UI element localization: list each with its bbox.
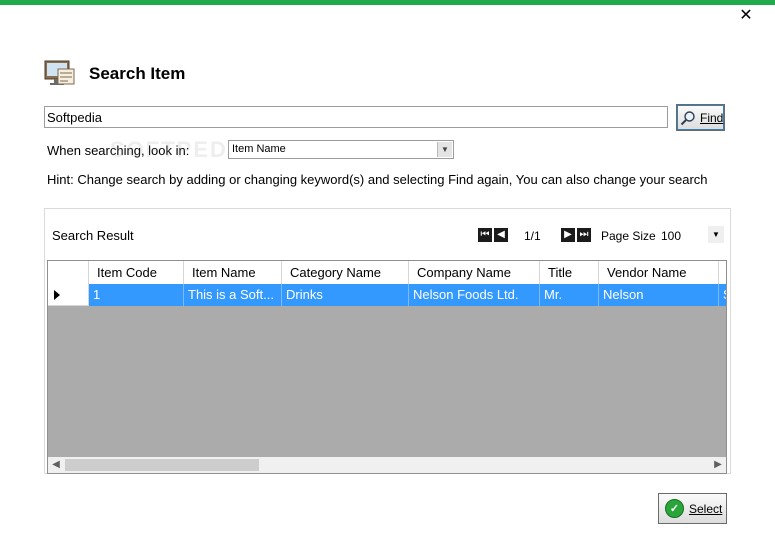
column-header-truncated[interactable]: A [719, 261, 726, 284]
scroll-right-icon[interactable]: ▶ [710, 457, 726, 473]
row-selector[interactable] [48, 284, 89, 306]
page-indicator: 1/1 [524, 229, 541, 243]
cell-category-name[interactable]: Drinks [282, 284, 409, 306]
column-header-category-name[interactable]: Category Name [282, 261, 409, 284]
table-row[interactable]: 1 This is a Soft... Drinks Nelson Foods … [48, 284, 726, 306]
page-size-dropdown-icon[interactable]: ▼ [708, 226, 724, 243]
row-header-corner [48, 261, 89, 284]
find-button-label: Find [700, 110, 724, 125]
cell-truncated[interactable]: S [719, 284, 726, 306]
chevron-down-icon[interactable]: ▼ [437, 142, 452, 157]
search-result-label: Search Result [52, 228, 134, 243]
select-button[interactable]: ✓ Select [658, 493, 727, 524]
last-page-icon[interactable]: ⏭ [577, 228, 591, 242]
cell-company-name[interactable]: Nelson Foods Ltd. [409, 284, 540, 306]
window-top-bar [0, 0, 775, 5]
cell-title[interactable]: Mr. [540, 284, 599, 306]
scrollbar-thumb[interactable] [65, 459, 259, 471]
close-icon[interactable]: ✕ [736, 6, 756, 26]
hint-text: Hint: Change search by adding or changin… [47, 172, 708, 187]
cell-item-code[interactable]: 1 [89, 284, 184, 306]
cell-vendor-name[interactable]: Nelson [599, 284, 719, 306]
magnifier-icon [680, 110, 695, 125]
find-button[interactable]: Find [676, 104, 725, 131]
column-header-item-name[interactable]: Item Name [184, 261, 282, 284]
column-header-title[interactable]: Title [540, 261, 599, 284]
look-in-select[interactable]: Item Name ▼ [228, 140, 454, 159]
search-item-icon [44, 60, 75, 85]
next-page-icon[interactable]: ▶ [561, 228, 575, 242]
scroll-left-icon[interactable]: ◀ [48, 457, 64, 473]
results-grid[interactable]: Item Code Item Name Category Name Compan… [47, 260, 727, 474]
column-header-item-code[interactable]: Item Code [89, 261, 184, 284]
column-header-vendor-name[interactable]: Vendor Name [599, 261, 719, 284]
first-page-icon[interactable]: ⏮ [478, 228, 492, 242]
look-in-value: Item Name [232, 143, 286, 155]
select-button-label: Select [689, 501, 723, 516]
checkmark-icon: ✓ [665, 499, 684, 518]
page-size-value[interactable]: 100 [661, 229, 681, 243]
page-size-label: Page Size [601, 229, 656, 243]
horizontal-scrollbar[interactable]: ◀ ▶ [48, 457, 726, 473]
grid-header: Item Code Item Name Category Name Compan… [48, 261, 726, 285]
current-row-icon [54, 290, 60, 300]
column-header-company-name[interactable]: Company Name [409, 261, 540, 284]
previous-page-icon[interactable]: ◀ [494, 228, 508, 242]
search-input[interactable] [44, 106, 668, 128]
cell-item-name[interactable]: This is a Soft... [184, 284, 282, 306]
page-title: Search Item [89, 64, 186, 83]
